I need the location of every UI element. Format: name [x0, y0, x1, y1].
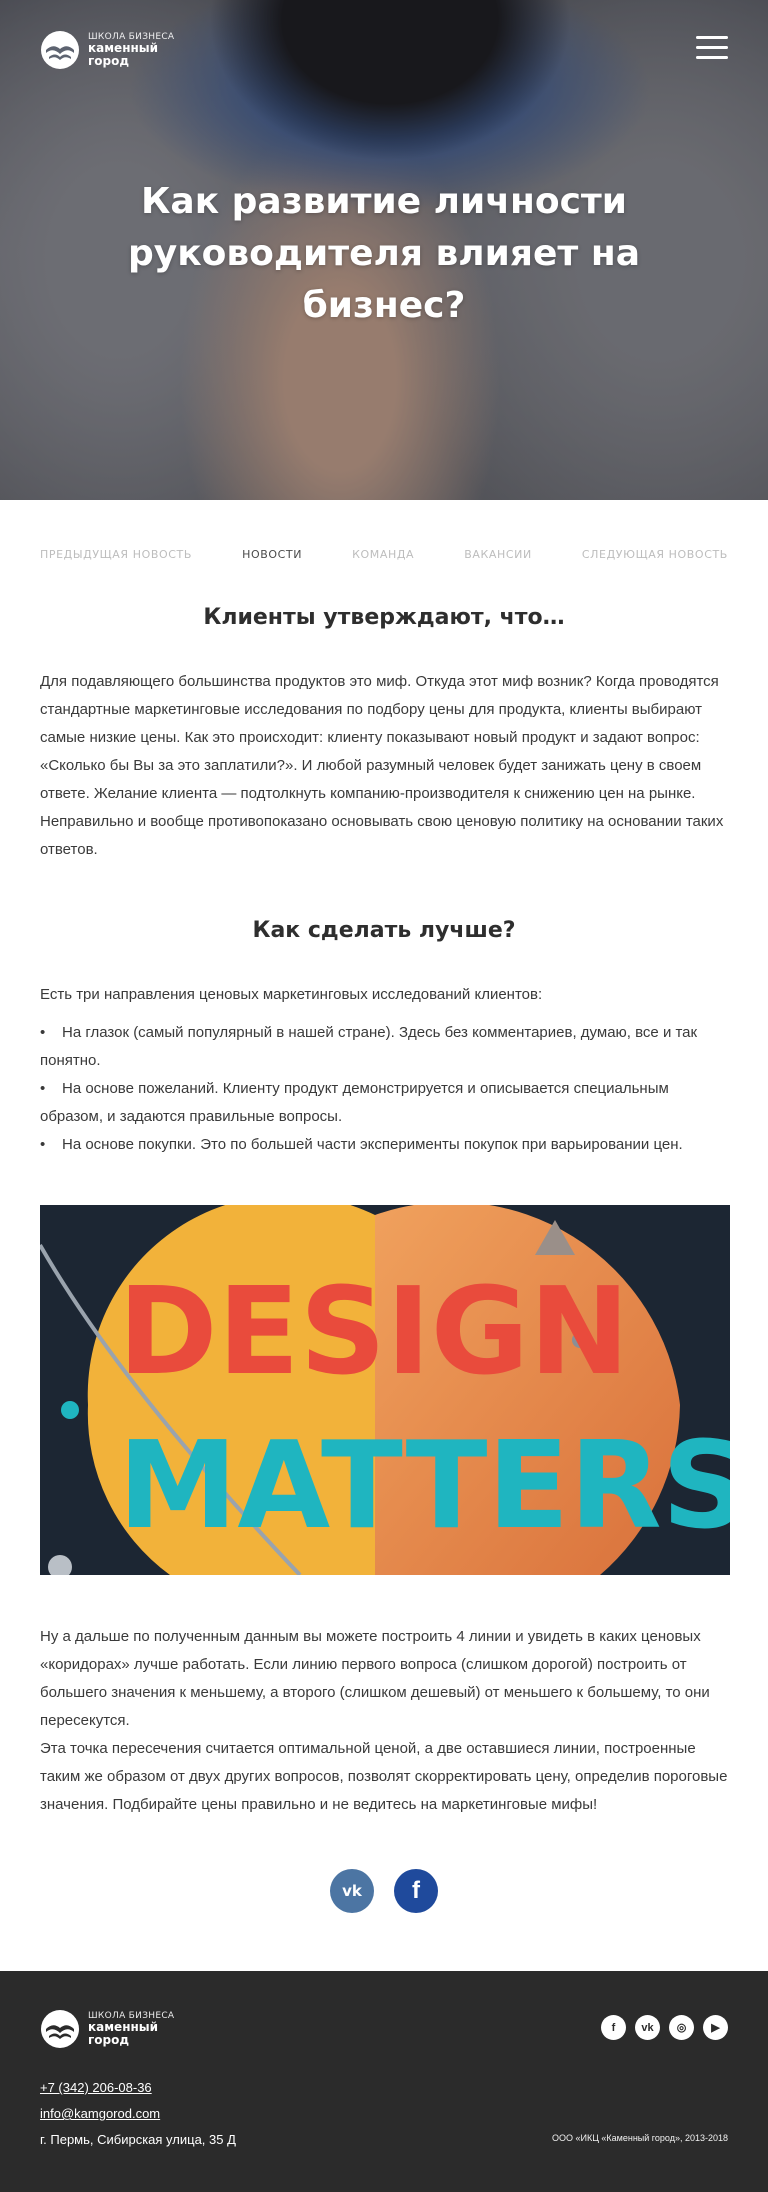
list-item: • На основе покупки. Это по большей части… [40, 1136, 683, 1153]
logo-small-text: ШКОЛА БИЗНЕСА [88, 31, 175, 42]
facebook-icon[interactable]: f [601, 2015, 626, 2040]
article-nav: ПРЕДЫДУЩАЯ НОВОСТЬ НОВОСТИ КОМАНДА ВАКАН… [0, 500, 768, 561]
nav-next-news[interactable]: СЛЕДУЮЩАЯ НОВОСТЬ [582, 548, 728, 561]
image-text-design: DESIGN [118, 1263, 630, 1402]
image-text-matters: MATTERS [118, 1417, 730, 1556]
article-paragraph-3: Эта точка пересечения считается оптималь… [40, 1740, 728, 1813]
logo-icon [41, 2010, 79, 2048]
logo-icon [41, 31, 79, 69]
list-item: • На основе пожеланий. Клиенту продукт де… [40, 1080, 669, 1125]
logo-big-text-1: каменный [88, 2020, 159, 2035]
bullet-list: • На глазок (самый популярный в нашей стр… [40, 1019, 728, 1159]
vk-share-button[interactable]: vk [330, 1869, 374, 1913]
article-content: Клиенты утверждают, что… Для подавляющег… [0, 605, 768, 1971]
nav-team[interactable]: КОМАНДА [352, 548, 414, 561]
nav-vacancies[interactable]: ВАКАНСИИ [464, 548, 532, 561]
list-item: • На глазок (самый популярный в нашей стр… [40, 1024, 698, 1069]
logo-text: ШКОЛА БИЗНЕСА каменный город [88, 31, 175, 68]
facebook-icon: f [412, 1877, 420, 1904]
article-paragraph-1: Для подавляющего большинства продуктов э… [40, 673, 724, 858]
footer-social-links: f vk ◎ ▶ [601, 2015, 728, 2040]
copyright-text: ООО «ИКЦ «Каменный город», 2013-2018 [552, 2133, 728, 2143]
logo-big-text-2: город [88, 53, 130, 68]
address-text: г. Пермь, Сибирская улица, 35 Д [40, 2132, 236, 2147]
email-link[interactable]: info@kamgorod.com [40, 2101, 236, 2127]
nav-prev-news[interactable]: ПРЕДЫДУЩАЯ НОВОСТЬ [40, 548, 192, 561]
footer-contacts: +7 (342) 206-08-36 info@kamgorod.com г. … [40, 2075, 236, 2153]
logo-big-text-2: город [88, 2032, 130, 2047]
hamburger-icon[interactable] [696, 36, 728, 60]
footer-logo[interactable]: ШКОЛА БИЗНЕСА каменный город [40, 2009, 174, 2049]
section-heading-2: Как сделать лучше? [252, 918, 516, 943]
hero-section: ШКОЛА БИЗНЕСА каменный город Как развити… [0, 0, 768, 500]
footer: ШКОЛА БИЗНЕСА каменный город f vk ◎ ▶ +7… [0, 1971, 768, 2192]
facebook-share-button[interactable]: f [394, 1869, 438, 1913]
design-matters-illustration: DESIGN MATTERS [40, 1205, 730, 1575]
logo-big-text-1: каменный [88, 41, 159, 56]
share-buttons: vk f [40, 1869, 728, 1971]
youtube-icon[interactable]: ▶ [703, 2015, 728, 2040]
article-paragraph-2: Ну а дальше по полученным данным вы може… [40, 1628, 710, 1729]
logo-small-text: ШКОЛА БИЗНЕСА [88, 2010, 175, 2021]
phone-link[interactable]: +7 (342) 206-08-36 [40, 2075, 236, 2101]
vk-icon: vk [342, 1882, 362, 1900]
design-matters-image: DESIGN MATTERS [40, 1205, 730, 1575]
nav-news[interactable]: НОВОСТИ [242, 548, 302, 561]
page-title: Как развитие личности руководителя влияе… [128, 181, 640, 326]
instagram-icon[interactable]: ◎ [669, 2015, 694, 2040]
section-heading-1: Клиенты утверждают, что… [203, 605, 565, 630]
list-intro: Есть три направления ценовых маркетингов… [40, 986, 543, 1003]
logo-text: ШКОЛА БИЗНЕСА каменный город [88, 2010, 175, 2047]
header-logo[interactable]: ШКОЛА БИЗНЕСА каменный город [40, 30, 174, 70]
vk-icon[interactable]: vk [635, 2015, 660, 2040]
